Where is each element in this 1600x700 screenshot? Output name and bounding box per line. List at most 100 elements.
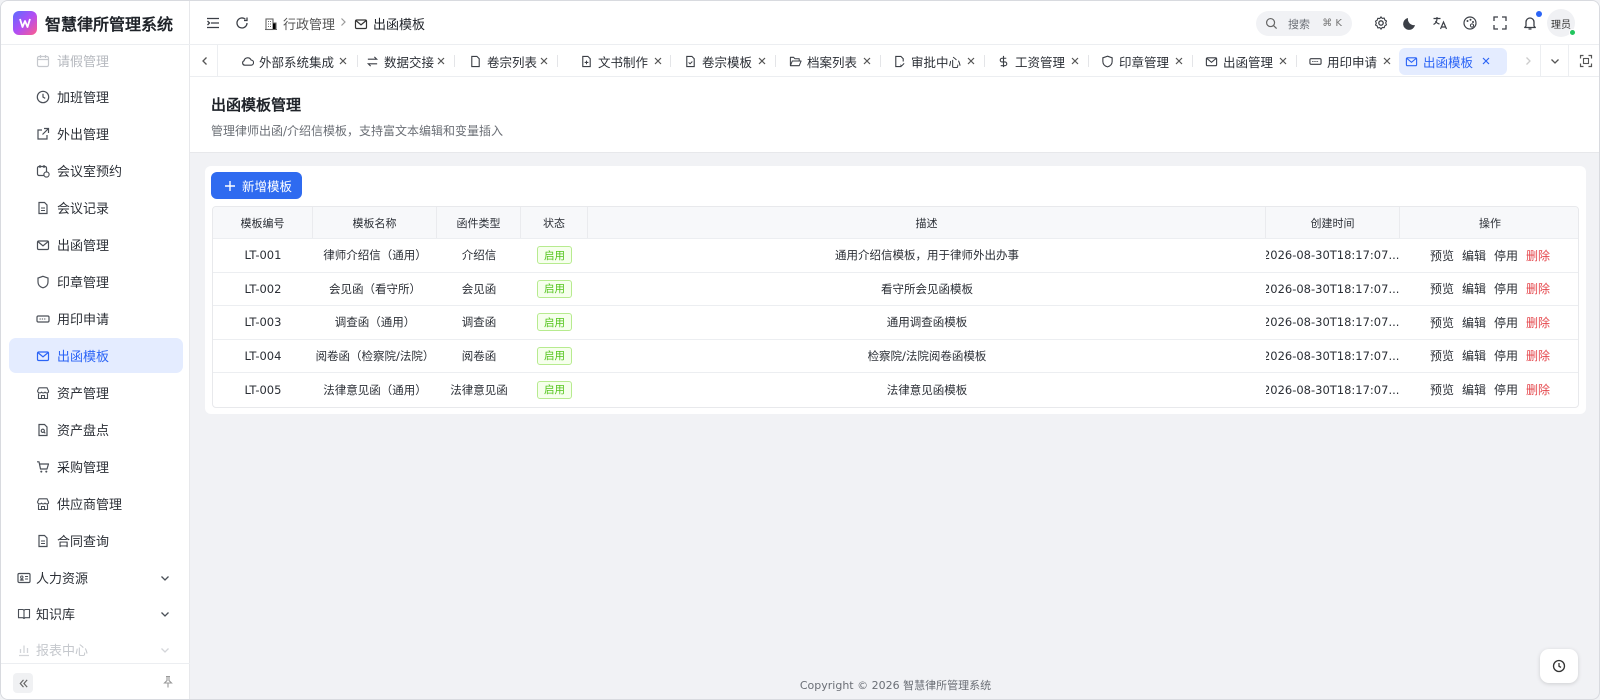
cell-status: 启用 (521, 273, 588, 306)
close-tab-icon[interactable] (966, 56, 976, 66)
disable-link[interactable]: 停用 (1494, 347, 1518, 364)
disable-link[interactable]: 停用 (1494, 247, 1518, 264)
close-tab-icon[interactable] (862, 56, 872, 66)
close-tab-icon[interactable] (436, 56, 446, 66)
collapse-sidebar-button[interactable] (13, 673, 33, 693)
tab-case-templates[interactable]: 卷宗模板 (684, 48, 766, 75)
column-header-type[interactable]: 函件类型 (437, 207, 521, 238)
cell-type: 介绍信 (461, 248, 497, 263)
edit-link[interactable]: 编辑 (1462, 381, 1486, 398)
sidebar-item-meeting-notes[interactable]: 会议记录 (9, 190, 183, 225)
preview-link[interactable]: 预览 (1430, 347, 1454, 364)
preview-link[interactable]: 预览 (1430, 381, 1454, 398)
column-header-code[interactable]: 模板编号 (213, 207, 313, 238)
sidebar-item-purchasing[interactable]: 采购管理 (9, 449, 183, 484)
global-search[interactable]: 搜索 ⌘ K (1256, 11, 1352, 36)
sidebar-item-seals[interactable]: 印章管理 (9, 264, 183, 299)
delete-link[interactable]: 删除 (1526, 247, 1550, 264)
delete-link[interactable]: 删除 (1526, 381, 1550, 398)
theme-palette-icon[interactable] (1462, 15, 1478, 31)
edit-link[interactable]: 编辑 (1462, 247, 1486, 264)
close-tab-icon[interactable] (338, 56, 348, 66)
edit-link[interactable]: 编辑 (1462, 280, 1486, 297)
sidebar-item-leave[interactable]: 请假管理 (9, 45, 183, 78)
add-template-button[interactable]: 新增模板 (211, 172, 302, 199)
close-tab-icon[interactable] (539, 56, 549, 66)
sidebar-item-letter-templates[interactable]: 出函模板 (9, 338, 183, 373)
fullscreen-icon[interactable] (1492, 15, 1508, 31)
tab-seal-management[interactable]: 印章管理 (1101, 48, 1183, 75)
sidebar-item-meeting-room[interactable]: 会议室预约 (9, 153, 183, 188)
sidebar-group-reports[interactable]: 报表中心 (9, 632, 183, 663)
sidebar-item-label: 会议记录 (57, 202, 110, 217)
sidebar-item-seal-request[interactable]: 用印申请 (9, 301, 183, 336)
sidebar-group-hr[interactable]: 人力资源 (9, 560, 183, 595)
column-header-description[interactable]: 描述 (588, 207, 1266, 238)
close-tab-icon[interactable] (1278, 56, 1288, 66)
preview-link[interactable]: 预览 (1430, 314, 1454, 331)
disable-link[interactable]: 停用 (1494, 280, 1518, 297)
tab-seal-request[interactable]: 用印申请 (1309, 48, 1391, 75)
maximize-content-icon[interactable] (1579, 54, 1593, 68)
refresh-icon[interactable] (234, 15, 250, 31)
app-window: 智慧律所管理系统 请假管理 加班管理 外出管理 会议室预约 会议记录 出函管理 … (0, 0, 1600, 700)
delete-link[interactable]: 删除 (1526, 347, 1550, 364)
breadcrumb-label: 出函模板 (373, 18, 426, 33)
column-header-name[interactable]: 模板名称 (313, 207, 437, 238)
tab-letter-templates[interactable]: 出函模板 (1399, 48, 1507, 75)
language-icon[interactable] (1432, 15, 1448, 31)
dark-mode-moon-icon[interactable] (1402, 15, 1418, 31)
breadcrumb-item-admin[interactable]: 行政管理 (264, 14, 335, 33)
sidebar-item-assets[interactable]: 资产管理 (9, 375, 183, 410)
delete-link[interactable]: 删除 (1526, 314, 1550, 331)
close-tab-icon[interactable] (1070, 56, 1080, 66)
tab-data-handover[interactable]: 数据交接 (366, 48, 445, 75)
close-tab-icon[interactable] (1174, 56, 1184, 66)
tab-external-integration[interactable]: 外部系统集成 (241, 48, 347, 75)
sidebar-item-asset-inventory[interactable]: 资产盘点 (9, 412, 183, 447)
sidebar-item-outing[interactable]: 外出管理 (9, 116, 183, 151)
tab-approval-center[interactable]: 审批中心 (893, 48, 975, 75)
tab-payroll[interactable]: 工资管理 (997, 48, 1079, 75)
column-header-created[interactable]: 创建时间 (1266, 207, 1400, 238)
disable-link[interactable]: 停用 (1494, 314, 1518, 331)
tabs-menu-chevron-down-icon[interactable] (1548, 54, 1562, 68)
tab-archive-list[interactable]: 档案列表 (789, 48, 871, 75)
sidebar-item-contracts[interactable]: 合同查询 (9, 523, 183, 558)
shield-icon (37, 275, 49, 289)
sidebar-item-label: 出函模板 (57, 350, 110, 365)
notification-bell-icon[interactable] (1522, 15, 1538, 31)
cell-type: 阅卷函 (461, 348, 497, 363)
sidebar-item-overtime[interactable]: 加班管理 (9, 79, 183, 114)
delete-link[interactable]: 删除 (1526, 280, 1550, 297)
close-tab-icon[interactable] (653, 56, 663, 66)
mail-icon (36, 351, 50, 362)
edit-link[interactable]: 编辑 (1462, 314, 1486, 331)
close-tab-icon[interactable] (757, 56, 767, 66)
breadcrumb-item-current: 出函模板 (354, 14, 425, 33)
tab-document-drafting[interactable]: 文书制作 (580, 48, 662, 75)
tabs-scroll-left-icon[interactable] (198, 54, 212, 68)
menu-toggle-icon[interactable] (205, 15, 221, 31)
user-avatar[interactable]: 理员 (1547, 9, 1576, 37)
cell-name: 法律意见函（通用） (323, 382, 427, 397)
sidebar-item-suppliers[interactable]: 供应商管理 (9, 486, 183, 521)
settings-gear-icon[interactable] (1373, 15, 1389, 31)
table-row: LT-003 调查函（通用） 调查函 启用 通用调查函模板 2026-08-30… (213, 306, 1578, 340)
edit-link[interactable]: 编辑 (1462, 347, 1486, 364)
pin-icon[interactable] (161, 675, 175, 689)
close-tab-icon[interactable] (1481, 56, 1491, 66)
sidebar-item-letters[interactable]: 出函管理 (9, 227, 183, 262)
sidebar-group-knowledge[interactable]: 知识库 (9, 596, 183, 631)
file-plus-icon (582, 55, 591, 68)
history-float-button[interactable] (1540, 649, 1578, 683)
close-tab-icon[interactable] (1382, 56, 1392, 66)
preview-link[interactable]: 预览 (1430, 247, 1454, 264)
tabs-scroll-right-icon[interactable] (1521, 54, 1535, 68)
tab-case-files[interactable]: 卷宗列表 (469, 48, 548, 75)
column-header-status[interactable]: 状态 (521, 207, 588, 238)
disable-link[interactable]: 停用 (1494, 381, 1518, 398)
cell-description: 通用调查函模板 (886, 315, 968, 330)
preview-link[interactable]: 预览 (1430, 280, 1454, 297)
tab-letter-management[interactable]: 出函管理 (1205, 48, 1287, 75)
